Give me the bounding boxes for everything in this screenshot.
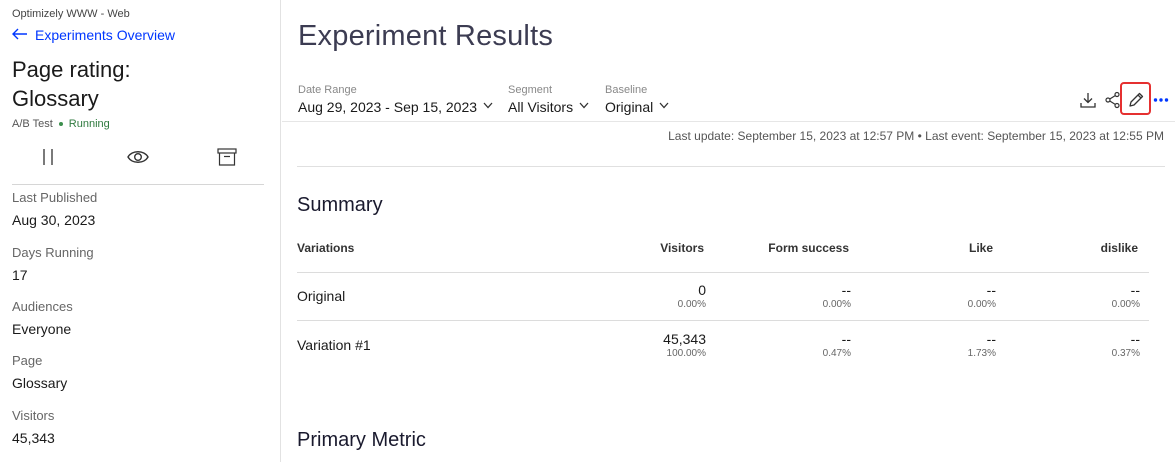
date-range-dropdown[interactable]: Date Range Aug 29, 2023 - Sep 15, 2023 — [298, 84, 493, 115]
table-row-divider — [297, 320, 1149, 321]
days-running-value: 17 — [12, 267, 28, 283]
col-header-variations: Variations — [297, 241, 355, 255]
dislike-cell: -- 0.00% — [1020, 282, 1140, 311]
form-success-value: -- — [841, 282, 851, 298]
page-value: Glossary — [12, 375, 68, 391]
baseline-dropdown[interactable]: Baseline Original — [605, 84, 669, 115]
col-header-form-success: Form success — [768, 241, 849, 255]
col-header-visitors: Visitors — [660, 241, 704, 255]
chevron-down-icon — [659, 102, 669, 112]
audiences-value: Everyone — [12, 321, 72, 337]
like-value: -- — [986, 331, 996, 347]
primary-metric-title: Primary Metric — [297, 429, 426, 451]
col-header-like: Like — [968, 241, 993, 255]
segment-value: All Visitors — [508, 99, 574, 115]
days-running-label: Days Running — [12, 245, 94, 260]
last-update-text: Last update: September 15, 2023 at 12:57… — [668, 129, 1164, 143]
variation-name[interactable]: Original — [297, 288, 345, 304]
eye-icon — [127, 151, 149, 163]
baseline-label: Baseline — [605, 84, 648, 96]
visitors-count: 0 — [698, 282, 706, 298]
download-button[interactable] — [1077, 88, 1099, 112]
date-range-value: Aug 29, 2023 - Sep 15, 2023 — [298, 99, 478, 115]
pause-icon — [43, 149, 53, 165]
audiences-label: Audiences — [12, 299, 73, 314]
segment-label: Segment — [508, 84, 553, 96]
last-published-label: Last Published — [12, 190, 98, 205]
sidebar-divider — [12, 184, 264, 185]
form-success-percent: 0.47% — [822, 348, 851, 359]
visitors-cell: 0 0.00% — [586, 282, 706, 311]
experiments-overview-link[interactable]: Experiments Overview — [12, 26, 175, 43]
project-name: Optimizely WWW - Web — [12, 8, 130, 20]
more-horizontal-icon — [1153, 98, 1169, 102]
more-options-button[interactable] — [1150, 88, 1172, 112]
visitors-count: 45,343 — [663, 331, 706, 347]
pause-button[interactable] — [34, 143, 62, 171]
experiment-type: A/B Test — [12, 118, 53, 130]
dislike-percent: 0.00% — [1111, 299, 1140, 310]
page-title: Experiment Results — [298, 20, 554, 52]
like-value: -- — [986, 282, 996, 298]
section-divider — [297, 166, 1165, 167]
like-percent: 0.00% — [967, 299, 996, 310]
dislike-cell: -- 0.37% — [1020, 331, 1140, 360]
visitors-cell: 45,343 100.00% — [586, 331, 706, 360]
arrow-left-icon — [12, 26, 28, 43]
visitors-percent: 0.00% — [677, 299, 706, 310]
last-published-value: Aug 30, 2023 — [12, 212, 96, 228]
col-header-dislike: dislike — [1100, 241, 1138, 255]
visitors-percent: 100.00% — [666, 348, 706, 359]
chevron-down-icon — [483, 102, 493, 112]
variation-name[interactable]: Variation #1 — [297, 337, 371, 353]
table-header-divider — [297, 272, 1149, 273]
form-success-value: -- — [841, 331, 851, 347]
segment-dropdown[interactable]: Segment All Visitors — [508, 84, 589, 115]
form-success-percent: 0.00% — [822, 299, 851, 310]
sidebar: Optimizely WWW - Web Experiments Overvie… — [0, 0, 281, 462]
chevron-down-icon — [579, 102, 589, 112]
archive-icon — [217, 148, 237, 166]
dislike-value: -- — [1130, 331, 1140, 347]
summary-title: Summary — [297, 194, 383, 216]
experiment-title-line1: Page rating: — [12, 57, 131, 82]
experiment-actions — [12, 143, 264, 173]
like-percent: 1.73% — [967, 348, 996, 359]
dislike-value: -- — [1130, 282, 1140, 298]
experiment-title-line2: Glossary — [12, 86, 99, 111]
status-dot — [58, 122, 63, 126]
baseline-value: Original — [605, 99, 654, 115]
main-content: Experiment Results Date Range Aug 29, 20… — [282, 0, 1175, 462]
experiment-title: Page rating: Glossary — [12, 55, 262, 113]
page-label: Page — [12, 353, 43, 368]
dislike-percent: 0.37% — [1111, 348, 1140, 359]
status-badge: Running — [68, 118, 110, 130]
edit-button[interactable] — [1125, 88, 1147, 112]
pencil-icon — [1129, 92, 1144, 107]
like-cell: -- 1.73% — [876, 331, 996, 360]
back-link-label: Experiments Overview — [35, 26, 176, 43]
date-range-label: Date Range — [298, 84, 357, 96]
download-icon — [1080, 93, 1096, 108]
experiment-meta: A/B Test Running — [12, 118, 110, 130]
archive-button[interactable] — [213, 143, 241, 171]
header-divider — [282, 121, 1175, 122]
form-success-cell: -- 0.00% — [731, 282, 851, 311]
form-success-cell: -- 0.47% — [731, 331, 851, 360]
visitors-label: Visitors — [12, 408, 55, 423]
visitors-value: 45,343 — [12, 430, 55, 446]
like-cell: -- 0.00% — [876, 282, 996, 311]
preview-button[interactable] — [124, 143, 152, 171]
